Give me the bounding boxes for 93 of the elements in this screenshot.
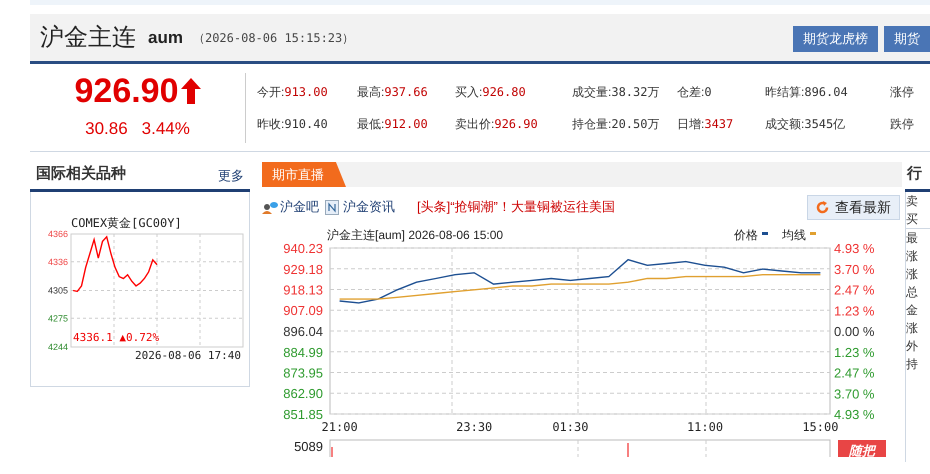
nav-button[interactable]: 期货	[884, 26, 930, 52]
quote-row-label: 涨	[906, 248, 918, 265]
axis-label: 873.95	[283, 366, 323, 380]
legend-swatch	[762, 232, 768, 235]
axis-label: 1.23 %	[834, 344, 874, 360]
headline-link[interactable]: [头条]“抢铜潮”！大量铜被运往美国	[417, 197, 615, 217]
forum-link[interactable]: 沪金吧	[280, 197, 319, 217]
stat-label: 买入:	[455, 84, 482, 100]
stat-label: 今开:	[257, 84, 284, 100]
axis-label: 929.18	[283, 262, 323, 277]
axis-label: 5089	[294, 439, 323, 454]
instrument-title: 沪金主连	[40, 22, 136, 52]
axis-label: 4275	[48, 313, 68, 324]
refresh-button[interactable]: 查看最新	[807, 194, 900, 220]
axis-label: 862.90	[283, 386, 323, 402]
refresh-icon	[816, 200, 829, 214]
quote-row-label: 总	[906, 284, 918, 301]
stat-value: 926.80	[482, 84, 526, 100]
more-link[interactable]: 更多	[218, 166, 244, 185]
chart-date: 2026-08-06 17:40	[135, 349, 241, 362]
axis-label: 851.85	[283, 407, 323, 422]
axis-label: 2.47 %	[834, 282, 874, 298]
update-time: （2026-08-06 15:15:23）	[192, 30, 354, 46]
stat-value: 913.00	[284, 84, 328, 100]
legend-swatch	[810, 232, 816, 235]
quote-row-label: 外	[906, 338, 918, 355]
axis-label: 918.13	[283, 282, 323, 298]
nav-button[interactable]: 期货龙虎榜	[793, 26, 878, 52]
stat-value: 3545亿	[804, 116, 846, 132]
instrument-code: aum	[148, 26, 183, 49]
stat-label: 成交额:	[765, 116, 804, 132]
quote-row-label: 最	[906, 230, 918, 247]
axis-label: 01:30	[552, 420, 588, 434]
quote-row-label: 买	[906, 211, 918, 228]
panel-title: 行	[907, 164, 922, 184]
document-icon	[325, 200, 339, 214]
axis-label: 3.70 %	[834, 262, 874, 277]
stat-label: 持仓量:	[572, 116, 612, 132]
axis-label: 907.09	[283, 303, 323, 318]
stat-label: 昨结算:	[765, 84, 804, 100]
stat-label: 成交量:	[572, 84, 612, 100]
axis-label: 11:00	[686, 420, 724, 434]
quote-row-label: 涨	[906, 266, 918, 283]
chart-title: 沪金主连[aum] 2026-08-06 15:00	[327, 228, 504, 242]
stat-label: 最高:	[357, 84, 384, 100]
quote-row-label: 卖	[906, 193, 918, 210]
stat-value: 912.00	[384, 116, 428, 132]
stat-label: 涨停	[890, 84, 914, 100]
stat-label: 跌停	[890, 116, 914, 132]
stat-value: 38.32万	[611, 84, 660, 100]
stat-label: 仓差:	[677, 84, 704, 100]
chart-title: COMEX黄金[GC00Y]	[71, 216, 182, 230]
axis-label: 4244	[48, 342, 68, 352]
stat-label: 最低:	[357, 116, 384, 132]
news-link[interactable]: 沪金资讯	[343, 197, 395, 217]
axis-label: 896.04	[283, 324, 323, 339]
axis-label: 4.93 %	[834, 241, 874, 256]
axis-label: 3.70 %	[834, 386, 874, 402]
last-price: 926.90	[74, 74, 178, 108]
axis-label: 2.47 %	[834, 366, 874, 380]
stat-label: 昨收:	[257, 116, 284, 132]
axis-label: 1.23 %	[834, 303, 874, 318]
axis-label: 4.93 %	[834, 407, 874, 422]
axis-label: 15:00	[802, 420, 838, 434]
stat-value: 926.90	[494, 116, 538, 132]
stat-value: 3437	[704, 116, 734, 132]
axis-label: 23:30	[456, 420, 492, 434]
panel-title: 国际相关品种	[36, 164, 126, 184]
price-change-percent: 3.44%	[142, 118, 190, 140]
badge-text: 随把	[849, 443, 875, 457]
axis-label: 4305	[48, 286, 68, 296]
axis-label: 0.00 %	[834, 324, 874, 339]
stat-value: 896.04	[804, 84, 848, 100]
stat-value: 910.40	[284, 116, 328, 132]
stat-value: 937.66	[384, 84, 428, 100]
stat-label: 日增:	[677, 116, 704, 132]
last-quote: 4336.1 ▲0.72%	[73, 331, 160, 344]
legend-label: 均线	[782, 228, 806, 242]
stat-value: 0	[704, 84, 712, 100]
volume-badge	[838, 440, 886, 457]
stat-label: 卖出价:	[455, 116, 494, 132]
axis-label: 21:00	[322, 420, 358, 434]
people-icon	[262, 200, 278, 214]
axis-label: 4366	[48, 229, 68, 239]
quote-row-label: 金	[906, 302, 918, 319]
legend-label: 价格	[734, 228, 758, 242]
axis-label: 884.99	[283, 344, 323, 360]
quote-row-label: 涨	[906, 320, 918, 337]
quote-row-label: 持	[906, 356, 918, 373]
axis-label: 4336	[48, 256, 68, 267]
axis-label: 940.23	[283, 241, 323, 256]
stat-value: 20.50万	[611, 116, 660, 132]
price-change: 30.86	[85, 118, 128, 140]
